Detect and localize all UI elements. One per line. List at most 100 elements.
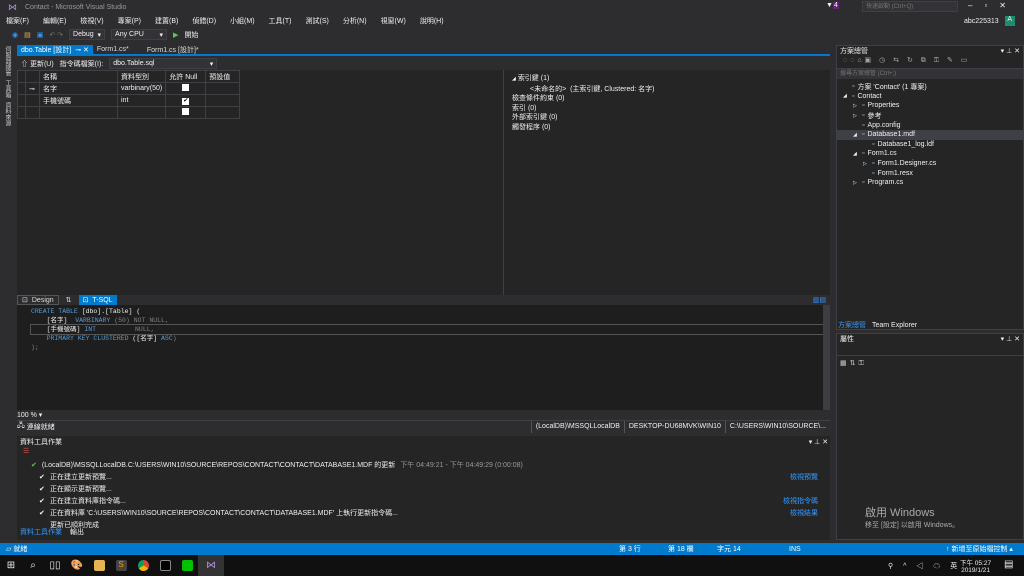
open-icon[interactable]: ▤ (24, 31, 31, 39)
allow-null-checkbox[interactable]: ✔ (182, 97, 190, 105)
default-value-cell[interactable] (205, 94, 241, 107)
save-icon[interactable]: ▣ (37, 31, 44, 39)
paint-icon[interactable]: 🎨 (66, 555, 88, 576)
expand-arrow-icon[interactable]: ◢ (843, 93, 849, 99)
menu-item[interactable]: 工具(T) (269, 16, 292, 26)
menu-item[interactable]: 專案(P) (118, 16, 141, 26)
tray-icons[interactable]: ⚲ ^ ◁ ☁ 英 (888, 561, 961, 571)
undo-icon[interactable]: ↶ ↷ (49, 31, 63, 39)
doc-tab[interactable]: dbo.Table [設計] ⊸ ✕ (17, 44, 93, 55)
expand-arrow-icon[interactable]: ▷ (853, 113, 859, 119)
menu-item[interactable]: 測試(S) (306, 16, 329, 26)
file-explorer-icon[interactable] (88, 555, 110, 576)
terminal-icon[interactable] (154, 555, 176, 576)
task-link[interactable]: 檢視指令碼 (783, 496, 818, 506)
notifications-icon[interactable]: ▤ (1004, 559, 1013, 570)
task-link[interactable]: 檢視結果 (790, 508, 818, 518)
expand-arrow-icon[interactable]: ▷ (863, 161, 869, 167)
update-button[interactable]: ⇧ 更新(U) (21, 59, 54, 69)
doc-tab[interactable]: Form1.cs [設計]* (143, 45, 243, 55)
tree-item[interactable]: ▫ Form1.resx (837, 168, 1023, 178)
properties-toolbar[interactable]: ▦⇅⚿ (837, 356, 1023, 371)
task-view-icon[interactable]: ▯▯ (44, 555, 66, 576)
search-solution-input[interactable] (837, 68, 1023, 79)
bottom-tab[interactable]: 輸出 (70, 527, 84, 537)
tree-item[interactable]: ▷ ▫ Form1.Designer.cs (837, 159, 1023, 169)
panel-tab[interactable]: Team Explorer (872, 322, 917, 329)
config-dropdown[interactable]: Debug ▾ (69, 29, 106, 40)
panel-controls[interactable]: ▾ ⊥ ✕ (1001, 335, 1020, 343)
clear-icon[interactable]: ☰ (17, 447, 830, 459)
tree-item[interactable]: ◢ ▫ Form1.cs (837, 149, 1023, 159)
menu-item[interactable]: 編輯(E) (43, 16, 66, 26)
expand-arrow-icon[interactable]: ▷ (853, 180, 859, 186)
side-tab[interactable]: 伺服器總管 (3, 46, 12, 76)
sql-scrollbar[interactable] (823, 305, 830, 410)
sublime-icon[interactable]: S (110, 555, 132, 576)
table-row[interactable] (17, 106, 241, 119)
filter-icon[interactable]: ▼4 (826, 2, 839, 9)
quick-launch-input[interactable] (862, 1, 958, 12)
keys-node[interactable]: 索引鍵 (1) (518, 75, 550, 82)
indexes[interactable]: 索引 (0) (512, 104, 822, 114)
line-icon[interactable] (176, 555, 198, 576)
window-controls[interactable]: –▫✕ (968, 1, 1018, 10)
back-icon[interactable]: ◉ (12, 31, 18, 39)
column-header[interactable]: 允許 Null (165, 70, 207, 83)
tab-tsql[interactable]: ⊡ T-SQL (78, 295, 117, 305)
expand-arrow-icon[interactable]: ◢ (853, 151, 859, 157)
panel-controls[interactable]: ▾ ⊥ ✕ (809, 438, 830, 446)
default-value-cell[interactable] (205, 106, 241, 119)
row-selector[interactable] (25, 94, 40, 107)
table-row[interactable]: 手機號碼 int ✔ (17, 94, 241, 107)
start-menu-icon[interactable]: ⊞ (0, 555, 22, 576)
row-selector[interactable] (25, 106, 40, 119)
bottom-tab[interactable]: 資料工具作業 (20, 527, 62, 537)
column-header[interactable]: 名稱 (39, 70, 118, 83)
tree-item[interactable]: ◢ ▫ Database1.mdf (837, 129, 1023, 140)
tree-item[interactable]: ▷ ▫ Properties (837, 101, 1023, 111)
doc-tab[interactable]: Form1.cs* (93, 45, 143, 55)
menu-item[interactable]: 偵錯(D) (192, 16, 216, 26)
start-button[interactable]: 開始 (184, 30, 198, 40)
se-toolbar[interactable]: ◌◌⌂▣ ◷ ⇆ ↻ ⧉ ⚿ ✎ ▭ (837, 56, 1023, 68)
menu-item[interactable]: 小組(M) (230, 16, 255, 26)
script-file-dropdown[interactable]: dbo.Table.sql ▾ (109, 58, 218, 69)
column-header[interactable]: 預設值 (205, 70, 241, 83)
allow-null-checkbox[interactable] (182, 108, 190, 115)
menu-item[interactable]: 檢視(V) (80, 16, 103, 26)
split-icon[interactable]: ▥▤ (813, 296, 826, 304)
foreign-keys[interactable]: 外部索引鍵 (0) (512, 113, 822, 123)
column-header[interactable]: 資料型別 (116, 70, 167, 83)
sql-editor[interactable]: CREATE TABLE [dbo].[Table] ( [名字] VARBIN… (17, 305, 824, 410)
data-type-cell[interactable]: varbinary(50) (116, 82, 167, 95)
tree-item[interactable]: ▫ App.config (837, 120, 1023, 130)
data-type-cell[interactable] (116, 106, 167, 119)
tree-item[interactable]: ▫ Database1_log.ldf (837, 140, 1023, 150)
check-constraints[interactable]: 檢查條件約束 (0) (512, 94, 822, 104)
zoom-level[interactable]: 100 % (17, 412, 37, 419)
source-control-button[interactable]: ↑ 新增至原始檔控制 ▴ (946, 544, 1013, 554)
platform-dropdown[interactable]: Any CPU ▾ (111, 29, 168, 40)
tree-item[interactable]: ▫ 方案 'Contact' (1 專案) (837, 82, 1023, 92)
menu-item[interactable]: 分析(N) (343, 16, 367, 26)
search-icon[interactable]: ⌕ (22, 555, 44, 576)
tab-design[interactable]: ⊡ Design (17, 295, 59, 305)
menu-item[interactable]: 說明(H) (420, 16, 444, 26)
menu-item[interactable]: 視窗(W) (381, 16, 406, 26)
column-name-cell[interactable]: 名字 (39, 82, 118, 95)
primary-key-icon[interactable]: ⊸ (25, 82, 40, 95)
task-link[interactable]: 檢視預覽 (790, 472, 818, 482)
data-type-cell[interactable]: int (116, 94, 167, 107)
swap-panes-button[interactable]: ⇅ (62, 295, 76, 305)
chrome-icon[interactable] (132, 555, 154, 576)
expand-arrow-icon[interactable]: ▷ (853, 103, 859, 109)
clock[interactable]: 下午 05:27 2019/1/21 (960, 557, 991, 574)
panel-controls[interactable]: ▾ ⊥ ✕ (1001, 47, 1020, 55)
allow-null-checkbox[interactable] (182, 84, 190, 91)
side-tab[interactable]: 資料來源 (3, 102, 12, 126)
column-name-cell[interactable]: 手機號碼 (39, 94, 118, 107)
tree-item[interactable]: ▷ ▫ Program.cs (837, 178, 1023, 188)
default-value-cell[interactable] (205, 82, 241, 95)
column-name-cell[interactable] (39, 106, 118, 119)
